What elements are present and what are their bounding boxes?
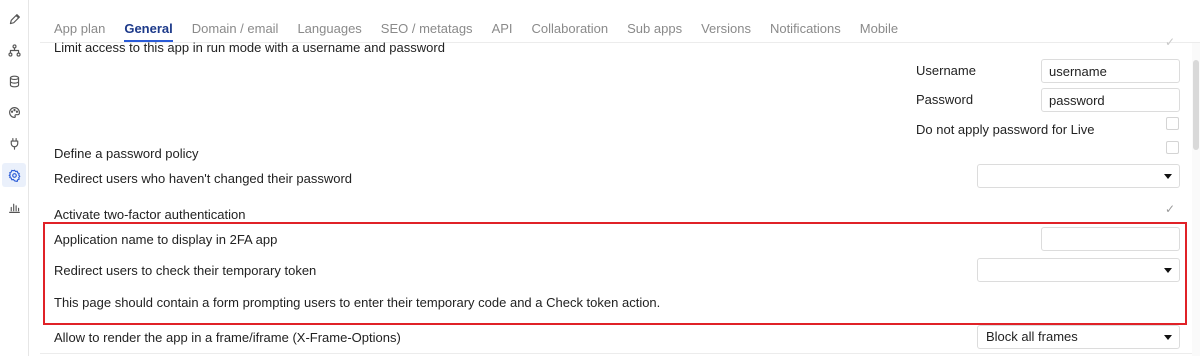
- tab-collaboration[interactable]: Collaboration: [532, 20, 609, 38]
- tab-languages[interactable]: Languages: [297, 20, 361, 38]
- settings-tabs: App plan General Domain / email Language…: [54, 20, 917, 42]
- limit-access-label: Limit access to this app in run mode wit…: [54, 40, 445, 55]
- pencil-icon[interactable]: [4, 9, 24, 29]
- username-input[interactable]: [1041, 59, 1180, 83]
- tab-app-plan[interactable]: App plan: [54, 20, 105, 38]
- chevron-down-icon: [1164, 335, 1172, 340]
- username-label: Username: [916, 63, 976, 78]
- redirect-password-label: Redirect users who haven't changed their…: [54, 171, 353, 186]
- password-input[interactable]: [1041, 88, 1180, 112]
- tab-general[interactable]: General: [124, 20, 174, 42]
- plug-icon[interactable]: [4, 133, 24, 153]
- no-password-live-checkbox[interactable]: [1166, 117, 1179, 130]
- app-name-2fa-input[interactable]: [1041, 227, 1180, 251]
- frame-options-label: Allow to render the app in a frame/ifram…: [54, 330, 401, 345]
- two-factor-label: Activate two-factor authentication: [54, 207, 246, 222]
- redirect-token-label: Redirect users to check their temporary …: [54, 263, 317, 278]
- limit-access-check-icon[interactable]: ✓: [1165, 36, 1175, 49]
- password-label: Password: [916, 92, 974, 107]
- tab-notifications[interactable]: Notifications: [770, 20, 841, 38]
- redirect-password-select[interactable]: [977, 164, 1180, 188]
- chevron-down-icon: [1164, 268, 1172, 273]
- tab-api[interactable]: API: [492, 20, 513, 38]
- two-factor-check-icon[interactable]: ✓: [1165, 203, 1175, 216]
- two-factor-hint: This page should contain a form promptin…: [54, 295, 661, 310]
- palette-icon[interactable]: [4, 102, 24, 122]
- database-icon[interactable]: [4, 71, 24, 91]
- chart-icon[interactable]: [4, 197, 24, 217]
- password-policy-label: Define a password policy: [54, 146, 199, 161]
- frame-options-select[interactable]: Block all frames: [977, 325, 1180, 349]
- chevron-down-icon: [1164, 174, 1172, 179]
- scrollbar-thumb[interactable]: [1193, 60, 1199, 150]
- redirect-token-select[interactable]: [977, 258, 1180, 282]
- password-policy-checkbox[interactable]: [1166, 141, 1179, 154]
- tab-sub-apps[interactable]: Sub apps: [627, 20, 682, 38]
- no-password-live-label: Do not apply password for Live: [916, 122, 1095, 137]
- tab-mobile[interactable]: Mobile: [860, 20, 898, 38]
- tab-seo-metatags[interactable]: SEO / metatags: [381, 20, 473, 38]
- app-name-2fa-label: Application name to display in 2FA app: [54, 232, 278, 247]
- frame-options-value: Block all frames: [986, 329, 1078, 344]
- bottom-divider: [40, 353, 1192, 354]
- hierarchy-icon[interactable]: [4, 40, 24, 60]
- left-sidebar: [0, 0, 29, 356]
- tab-versions[interactable]: Versions: [701, 20, 751, 38]
- settings-icon[interactable]: [2, 163, 26, 187]
- tab-domain-email[interactable]: Domain / email: [192, 20, 279, 38]
